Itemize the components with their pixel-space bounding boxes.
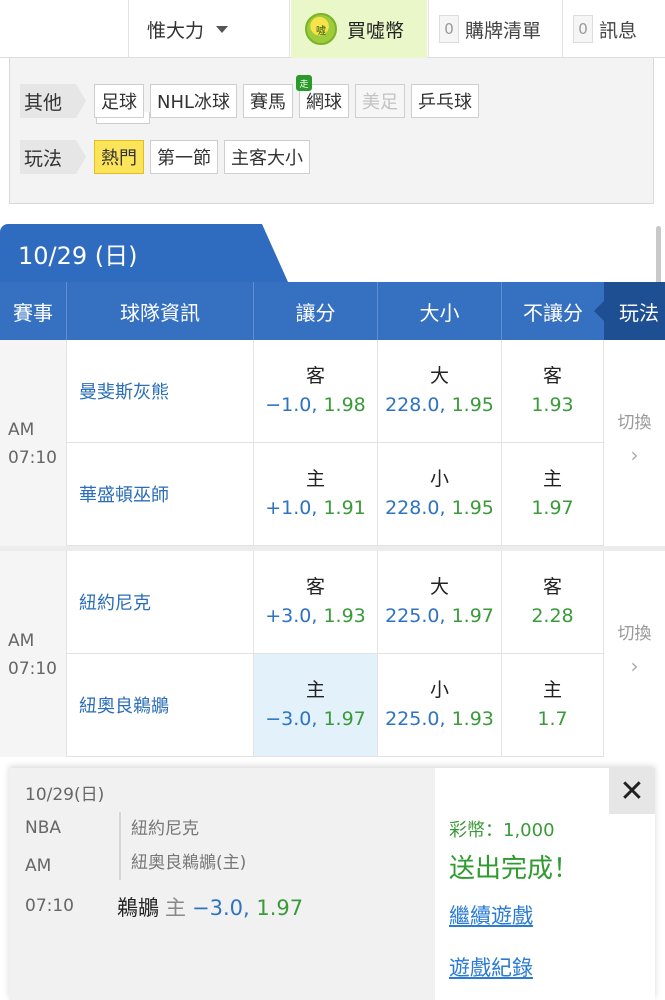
bet-league: NBA bbox=[25, 818, 62, 838]
messages-label: 訊息 bbox=[599, 19, 638, 42]
spread-odds-cell-selected[interactable]: 主 −3.0, 1.97 bbox=[254, 654, 378, 757]
chevron-right-icon: › bbox=[630, 654, 639, 678]
sport-chip-american-football: 美足 bbox=[355, 84, 406, 118]
game-block: AM 07:10 紐約尼克 紐奧良鵜鶘 客 +3.0, 1.93 大 225.0… bbox=[0, 551, 665, 757]
other-sports-label: 其他 bbox=[20, 84, 87, 118]
game-history-link[interactable]: 遊戲紀錄 bbox=[449, 952, 533, 982]
buy-coins-button[interactable]: 噓 買噓幣 bbox=[291, 0, 427, 58]
moneyline-odds-cell[interactable]: 客 2.28 bbox=[502, 551, 604, 654]
sport-chip-horse-racing[interactable]: 賽馬 bbox=[243, 84, 294, 118]
play-chip-hot[interactable]: 熱門 bbox=[94, 140, 145, 174]
team-name[interactable]: 紐奧良鵜鶘 bbox=[67, 654, 254, 757]
play-type-label: 玩法 bbox=[20, 140, 87, 174]
pick-team: 鵜鶘 bbox=[117, 896, 159, 920]
date-tab[interactable]: 10/29 (日) bbox=[0, 224, 288, 282]
bet-confirmation-panel: 10/29(日) NBA AM 07:10 紐約尼克 紐奧良鵜鶘(主) 鵜鶘主 −… bbox=[9, 768, 655, 1000]
bet-amount: 彩幣：1,000 bbox=[449, 820, 555, 841]
home-team: 紐奧良鵜鶘(主) bbox=[131, 853, 247, 873]
messages-button[interactable]: 0 訊息 bbox=[562, 0, 665, 58]
total-odds-cell[interactable]: 大 225.0, 1.97 bbox=[378, 551, 502, 654]
close-icon[interactable]: ✕ bbox=[609, 768, 655, 814]
team-name[interactable]: 紐約尼克 bbox=[67, 551, 254, 654]
bet-time: 07:10 bbox=[25, 896, 74, 916]
bet-teams: 紐約尼克 紐奧良鵜鶘(主) bbox=[119, 812, 246, 880]
pick-side: 主 bbox=[165, 896, 186, 920]
message-count-badge: 0 bbox=[573, 15, 593, 43]
pick-price: 1.97 bbox=[256, 896, 304, 920]
play-filter-row: 玩法 熱門 第一節 主客大小 bbox=[20, 140, 316, 174]
game-time: AM 07:10 bbox=[0, 340, 67, 546]
user-menu[interactable]: 惟大力 bbox=[128, 0, 290, 58]
cart-label: 購牌清單 bbox=[465, 19, 542, 42]
bet-result-area: ✕ 彩幣：1,000 送出完成！ 繼續遊戲 遊戲紀錄 bbox=[435, 768, 655, 1000]
continue-game-link[interactable]: 繼續遊戲 bbox=[449, 900, 533, 930]
moneyline-odds-cell[interactable]: 主 1.97 bbox=[502, 443, 604, 546]
header-team-info: 球隊資訊 bbox=[67, 282, 254, 340]
cart-count-badge: 0 bbox=[439, 15, 459, 43]
total-odds-cell[interactable]: 小 225.0, 1.93 bbox=[378, 654, 502, 757]
sport-chip-nhl[interactable]: NHL冰球 bbox=[150, 84, 238, 118]
username: 惟大力 bbox=[147, 19, 205, 42]
play-chip-home-away-total[interactable]: 主客大小 bbox=[224, 140, 311, 174]
play-chip-first-quarter[interactable]: 第一節 bbox=[150, 140, 219, 174]
play-type-tab[interactable]: 玩法 bbox=[594, 282, 665, 340]
sport-chip-tennis[interactable]: 走 網球 bbox=[296, 75, 350, 118]
game-time: AM 07:10 bbox=[0, 551, 67, 757]
buy-coins-label: 買噓幣 bbox=[347, 19, 405, 42]
switch-label: 切換 bbox=[617, 413, 652, 433]
submit-status: 送出完成！ bbox=[449, 854, 580, 884]
spread-odds-cell[interactable]: 客 +3.0, 1.93 bbox=[254, 551, 378, 654]
sport-chip-table-tennis[interactable]: 乒乓球 bbox=[411, 84, 480, 118]
bet-date: 10/29(日) bbox=[25, 785, 105, 805]
pick-handicap: −3.0, bbox=[192, 896, 250, 920]
header-event: 賽事 bbox=[0, 282, 67, 340]
filter-panel: 其他 足球 NHL冰球 賽馬 走 網球 美足 乒乓球 玩法 熱門 第一節 主客大… bbox=[9, 58, 654, 204]
live-tag: 走 bbox=[296, 75, 313, 91]
header-spread: 讓分 bbox=[254, 282, 378, 340]
team-name[interactable]: 華盛頓巫師 bbox=[67, 443, 254, 546]
chevron-right-icon: › bbox=[630, 443, 639, 467]
table-header: 賽事 球隊資訊 讓分 大小 不讓分 bbox=[0, 282, 665, 340]
top-bar: 惟大力 噓 買噓幣 0 購牌清單 0 訊息 bbox=[0, 0, 665, 58]
cart-button[interactable]: 0 購牌清單 bbox=[428, 0, 561, 58]
spread-odds-cell[interactable]: 主 +1.0, 1.91 bbox=[254, 443, 378, 546]
sport-chip-soccer[interactable]: 足球 bbox=[94, 84, 145, 118]
total-odds-cell[interactable]: 大 228.0, 1.95 bbox=[378, 340, 502, 443]
switch-play-button[interactable]: 切換 › bbox=[604, 551, 665, 757]
date-tab-label: 10/29 (日) bbox=[18, 241, 138, 270]
header-moneyline: 不讓分 bbox=[523, 300, 583, 325]
switch-label: 切換 bbox=[617, 624, 652, 644]
bet-pick: 鵜鶘主 −3.0, 1.97 bbox=[117, 892, 303, 922]
team-name[interactable]: 曼斐斯灰熊 bbox=[67, 340, 254, 443]
header-total: 大小 bbox=[378, 282, 502, 340]
spread-odds-cell[interactable]: 客 −1.0, 1.98 bbox=[254, 340, 378, 443]
away-team: 紐約尼克 bbox=[131, 819, 199, 839]
coin-icon: 噓 bbox=[305, 13, 337, 45]
moneyline-odds-cell[interactable]: 客 1.93 bbox=[502, 340, 604, 443]
moneyline-odds-cell[interactable]: 主 1.7 bbox=[502, 654, 604, 757]
caret-down-icon bbox=[216, 25, 229, 33]
sport-filter-row: 其他 足球 NHL冰球 賽馬 走 網球 美足 乒乓球 bbox=[20, 75, 485, 118]
total-odds-cell[interactable]: 小 228.0, 1.95 bbox=[378, 443, 502, 546]
bet-ampm: AM bbox=[25, 856, 52, 876]
game-block: AM 07:10 曼斐斯灰熊 華盛頓巫師 客 −1.0, 1.98 大 228.… bbox=[0, 340, 665, 546]
switch-play-button[interactable]: 切換 › bbox=[604, 340, 665, 546]
